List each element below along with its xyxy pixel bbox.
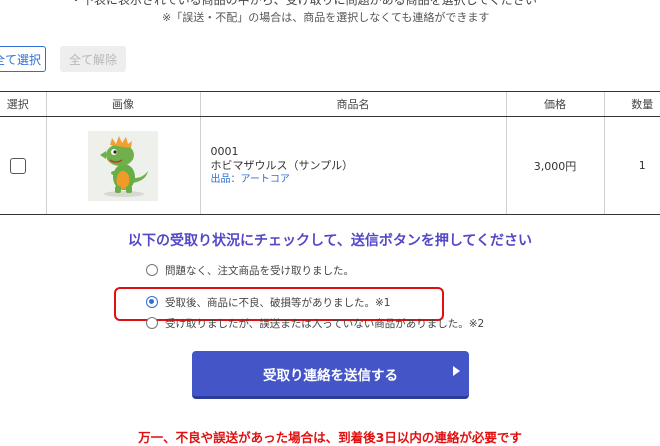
table-row: 0001 ホビマザウルス（サンプル） 出品：アートコア 3,000円 1 [0,116,660,215]
product-code: 0001 [210,144,239,158]
submit-receipt-button[interactable]: 受取り連絡を送信する [192,351,469,399]
product-thumbnail[interactable] [88,130,158,201]
table-header-row: 選択 画像 商品名 価格 数量 [0,91,660,117]
receipt-status-instruction: 以下の受取り状況にチェックして、送信ボタンを押してください [127,233,533,249]
quantity-cell: 1 [603,116,660,215]
select-cell [0,116,46,215]
product-name-cell: 0001 ホビマザウルス（サンプル） 出品：アートコア [199,116,506,215]
misdelivery-notice: ※「誤送・不配」の場合は、商品を選択しなくても連絡ができます [162,11,490,24]
price-cell: 3,000円 [505,116,604,215]
order-items-table: 選択 画像 商品名 価格 数量 0001 ホビマザウルス（サンプル） 出品：アー… [0,91,660,215]
column-header-image: 画像 [45,91,200,117]
column-header-price: 価格 [505,91,604,117]
deselect-all-button[interactable]: 全て解除 [60,46,126,72]
instructions-line: ・下表に表示されている商品の中から、受け取りに問題がある商品を選択してください [70,0,537,7]
option-received-ok[interactable]: 問題なく、注文商品を受け取りました。 [146,262,354,278]
submit-label: 受取り連絡を送信する [263,367,398,384]
option-label: 受け取りましたが、誤送または入っていない商品がありました。※2 [165,317,485,330]
radio-misdelivery[interactable] [146,317,158,329]
arrow-right-icon [453,366,460,376]
deadline-warning: 万一、不良や誤送があった場合は、到着後3日以内の連絡が必要です [138,430,522,445]
seller-link[interactable]: 出品：アートコア [211,173,506,187]
option-label: 問題なく、注文商品を受け取りました。 [165,264,354,277]
option-misdelivery[interactable]: 受け取りましたが、誤送または入っていない商品がありました。※2 [146,315,484,331]
item-select-checkbox[interactable] [9,157,26,174]
column-header-product-name: 商品名 [199,91,506,117]
image-cell [45,116,200,215]
product-name: ホビマザウルス（サンプル） [210,158,354,172]
dinosaur-figure-image [88,130,158,201]
column-header-quantity: 数量 [603,91,660,117]
select-all-button[interactable]: 全て選択 [0,46,46,72]
column-header-select: 選択 [0,91,46,117]
radio-received-ok[interactable] [146,264,158,276]
